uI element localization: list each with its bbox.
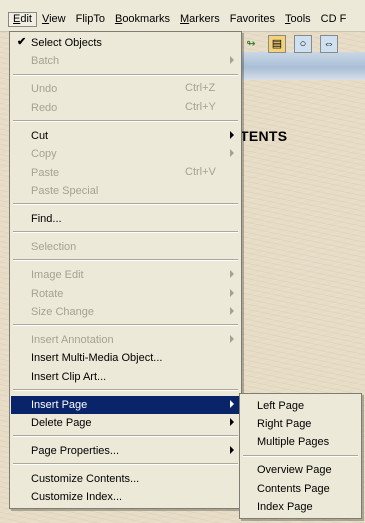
- document-banner: [240, 52, 365, 80]
- menu-item-select-objects[interactable]: ✔ Select Objects: [11, 34, 240, 52]
- submenu-item-overview-page[interactable]: Overview Page: [241, 461, 360, 479]
- book-icon[interactable]: ▤: [268, 35, 286, 53]
- menu-separator: [13, 435, 238, 437]
- insert-page-submenu: Left Page Right Page Multiple Pages Over…: [239, 393, 362, 519]
- menu-item-rotate: Rotate: [11, 285, 240, 303]
- menu-item-page-properties[interactable]: Page Properties...: [11, 442, 240, 460]
- menu-item-find[interactable]: Find...: [11, 210, 240, 228]
- menu-item-size-change: Size Change: [11, 303, 240, 321]
- menu-item-delete-page[interactable]: Delete Page: [11, 414, 240, 432]
- edit-menu: ✔ Select Objects Batch Undo Ctrl+Z Redo …: [9, 31, 242, 509]
- menu-item-image-edit: Image Edit: [11, 266, 240, 284]
- submenu-item-left-page[interactable]: Left Page: [241, 397, 360, 415]
- menu-edit[interactable]: Edit: [8, 12, 37, 27]
- menu-item-paste: Paste Ctrl+V: [31, 166, 216, 179]
- submenu-arrow-icon: [230, 270, 234, 278]
- menu-item-undo: Undo Ctrl+Z: [31, 82, 216, 95]
- menu-tools[interactable]: Tools: [280, 12, 316, 27]
- menu-item-insert-annotation: Insert Annotation: [11, 331, 240, 349]
- submenu-arrow-icon: [230, 149, 234, 157]
- submenu-arrow-icon: [230, 418, 234, 426]
- submenu-item-multiple-pages[interactable]: Multiple Pages: [241, 433, 360, 451]
- menu-separator: [13, 120, 238, 122]
- menu-separator: [13, 74, 238, 76]
- checkmark-icon: ✔: [17, 36, 27, 48]
- submenu-arrow-icon: [230, 307, 234, 315]
- menu-separator: [13, 259, 238, 261]
- menu-bar: Edit View FlipTo Bookmarks Markers Favor…: [0, 0, 365, 32]
- menu-item-customize-index[interactable]: Customize Index...: [11, 488, 240, 506]
- submenu-arrow-icon: [230, 335, 234, 343]
- submenu-item-contents-page[interactable]: Contents Page: [241, 480, 360, 498]
- menu-item-insert-clip-art[interactable]: Insert Clip Art...: [11, 368, 240, 386]
- menu-item-customize-contents[interactable]: Customize Contents...: [11, 470, 240, 488]
- menu-separator: [13, 389, 238, 391]
- menu-bookmarks[interactable]: Bookmarks: [110, 12, 175, 27]
- menu-separator: [243, 455, 358, 457]
- submenu-arrow-icon: [230, 289, 234, 297]
- submenu-item-right-page[interactable]: Right Page: [241, 415, 360, 433]
- menu-cd[interactable]: CD F: [316, 12, 352, 27]
- arrows-icon[interactable]: ⇔: [320, 35, 338, 53]
- menu-separator: [13, 203, 238, 205]
- menu-item-batch: Batch: [11, 52, 240, 70]
- submenu-item-index-page[interactable]: Index Page: [241, 498, 360, 516]
- menu-item-insert-multimedia[interactable]: Insert Multi-Media Object...: [11, 349, 240, 367]
- menu-separator: [13, 324, 238, 326]
- document-heading: TENTS: [240, 128, 288, 144]
- menu-separator: [13, 231, 238, 233]
- menu-item-redo: Redo Ctrl+Y: [31, 101, 216, 114]
- menu-item-copy: Copy: [11, 145, 240, 163]
- menu-item-paste-special: Paste Special: [31, 185, 99, 197]
- menu-item-cut[interactable]: Cut: [11, 127, 240, 145]
- menu-markers[interactable]: Markers: [175, 12, 225, 27]
- menu-item-selection: Selection: [31, 241, 77, 253]
- menu-separator: [13, 463, 238, 465]
- disc-icon[interactable]: ○: [294, 35, 312, 53]
- submenu-arrow-icon: [230, 400, 234, 408]
- menu-flipto[interactable]: FlipTo: [71, 12, 110, 27]
- menu-favorites[interactable]: Favorites: [225, 12, 280, 27]
- toolbar: ↬ ▤ ○ ⇔: [240, 34, 365, 54]
- submenu-arrow-icon: [230, 446, 234, 454]
- submenu-arrow-icon: [230, 131, 234, 139]
- submenu-arrow-icon: [230, 56, 234, 64]
- menu-view[interactable]: View: [37, 12, 71, 27]
- link-icon[interactable]: ↬: [242, 35, 260, 53]
- menu-item-insert-page[interactable]: Insert Page: [11, 396, 240, 414]
